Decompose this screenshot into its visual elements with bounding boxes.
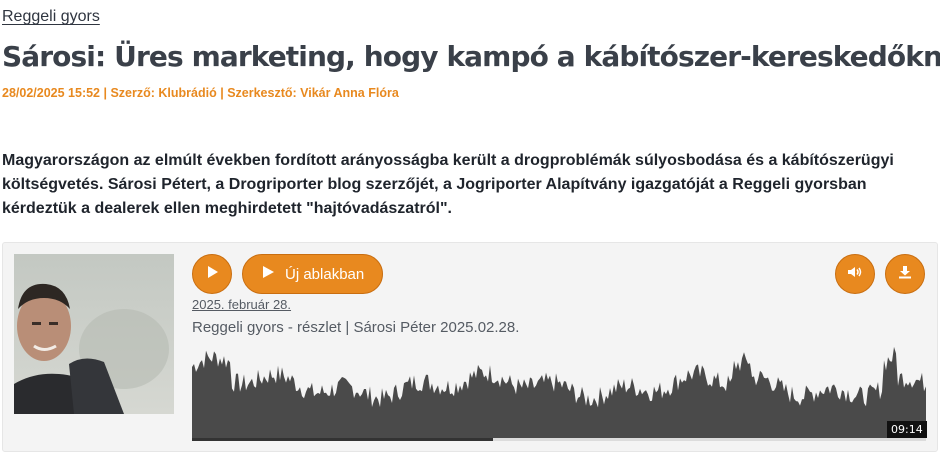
open-new-window-label: Új ablakban [285, 265, 365, 283]
progress-track[interactable] [192, 438, 926, 441]
download-button[interactable] [885, 254, 925, 294]
episode-title: Reggeli gyors - részlet | Sárosi Péter 2… [192, 319, 520, 336]
author: | Szerző: Klubrádió [103, 86, 217, 100]
play-button[interactable] [192, 254, 232, 294]
publish-date: 28/02/2025 15:52 [2, 86, 101, 100]
article-title: Sárosi: Üres marketing, hogy kampó a káb… [2, 40, 940, 73]
play-icon [261, 265, 275, 283]
volume-button[interactable] [835, 254, 875, 294]
audio-player: Új ablakban 2025. február 28. Reggeli gy… [2, 242, 938, 452]
download-icon [898, 265, 912, 284]
audio-waveform[interactable] [192, 343, 926, 438]
play-icon [205, 265, 219, 284]
progress-fill [192, 438, 493, 441]
episode-date[interactable]: 2025. február 28. [192, 297, 291, 312]
article-meta: 28/02/2025 15:52 | Szerző: Klubrádió | S… [2, 86, 399, 100]
episode-thumbnail [14, 254, 174, 414]
waveform-shape [192, 346, 926, 438]
article-lead: Magyarországon az elmúlt években fordíto… [2, 152, 894, 217]
open-new-window-button[interactable]: Új ablakban [242, 254, 383, 294]
volume-icon [847, 265, 863, 284]
category-link[interactable]: Reggeli gyors [2, 8, 100, 26]
editor: | Szerkesztő: Vikár Anna Flóra [220, 86, 399, 100]
duration-label: 09:14 [887, 421, 927, 438]
